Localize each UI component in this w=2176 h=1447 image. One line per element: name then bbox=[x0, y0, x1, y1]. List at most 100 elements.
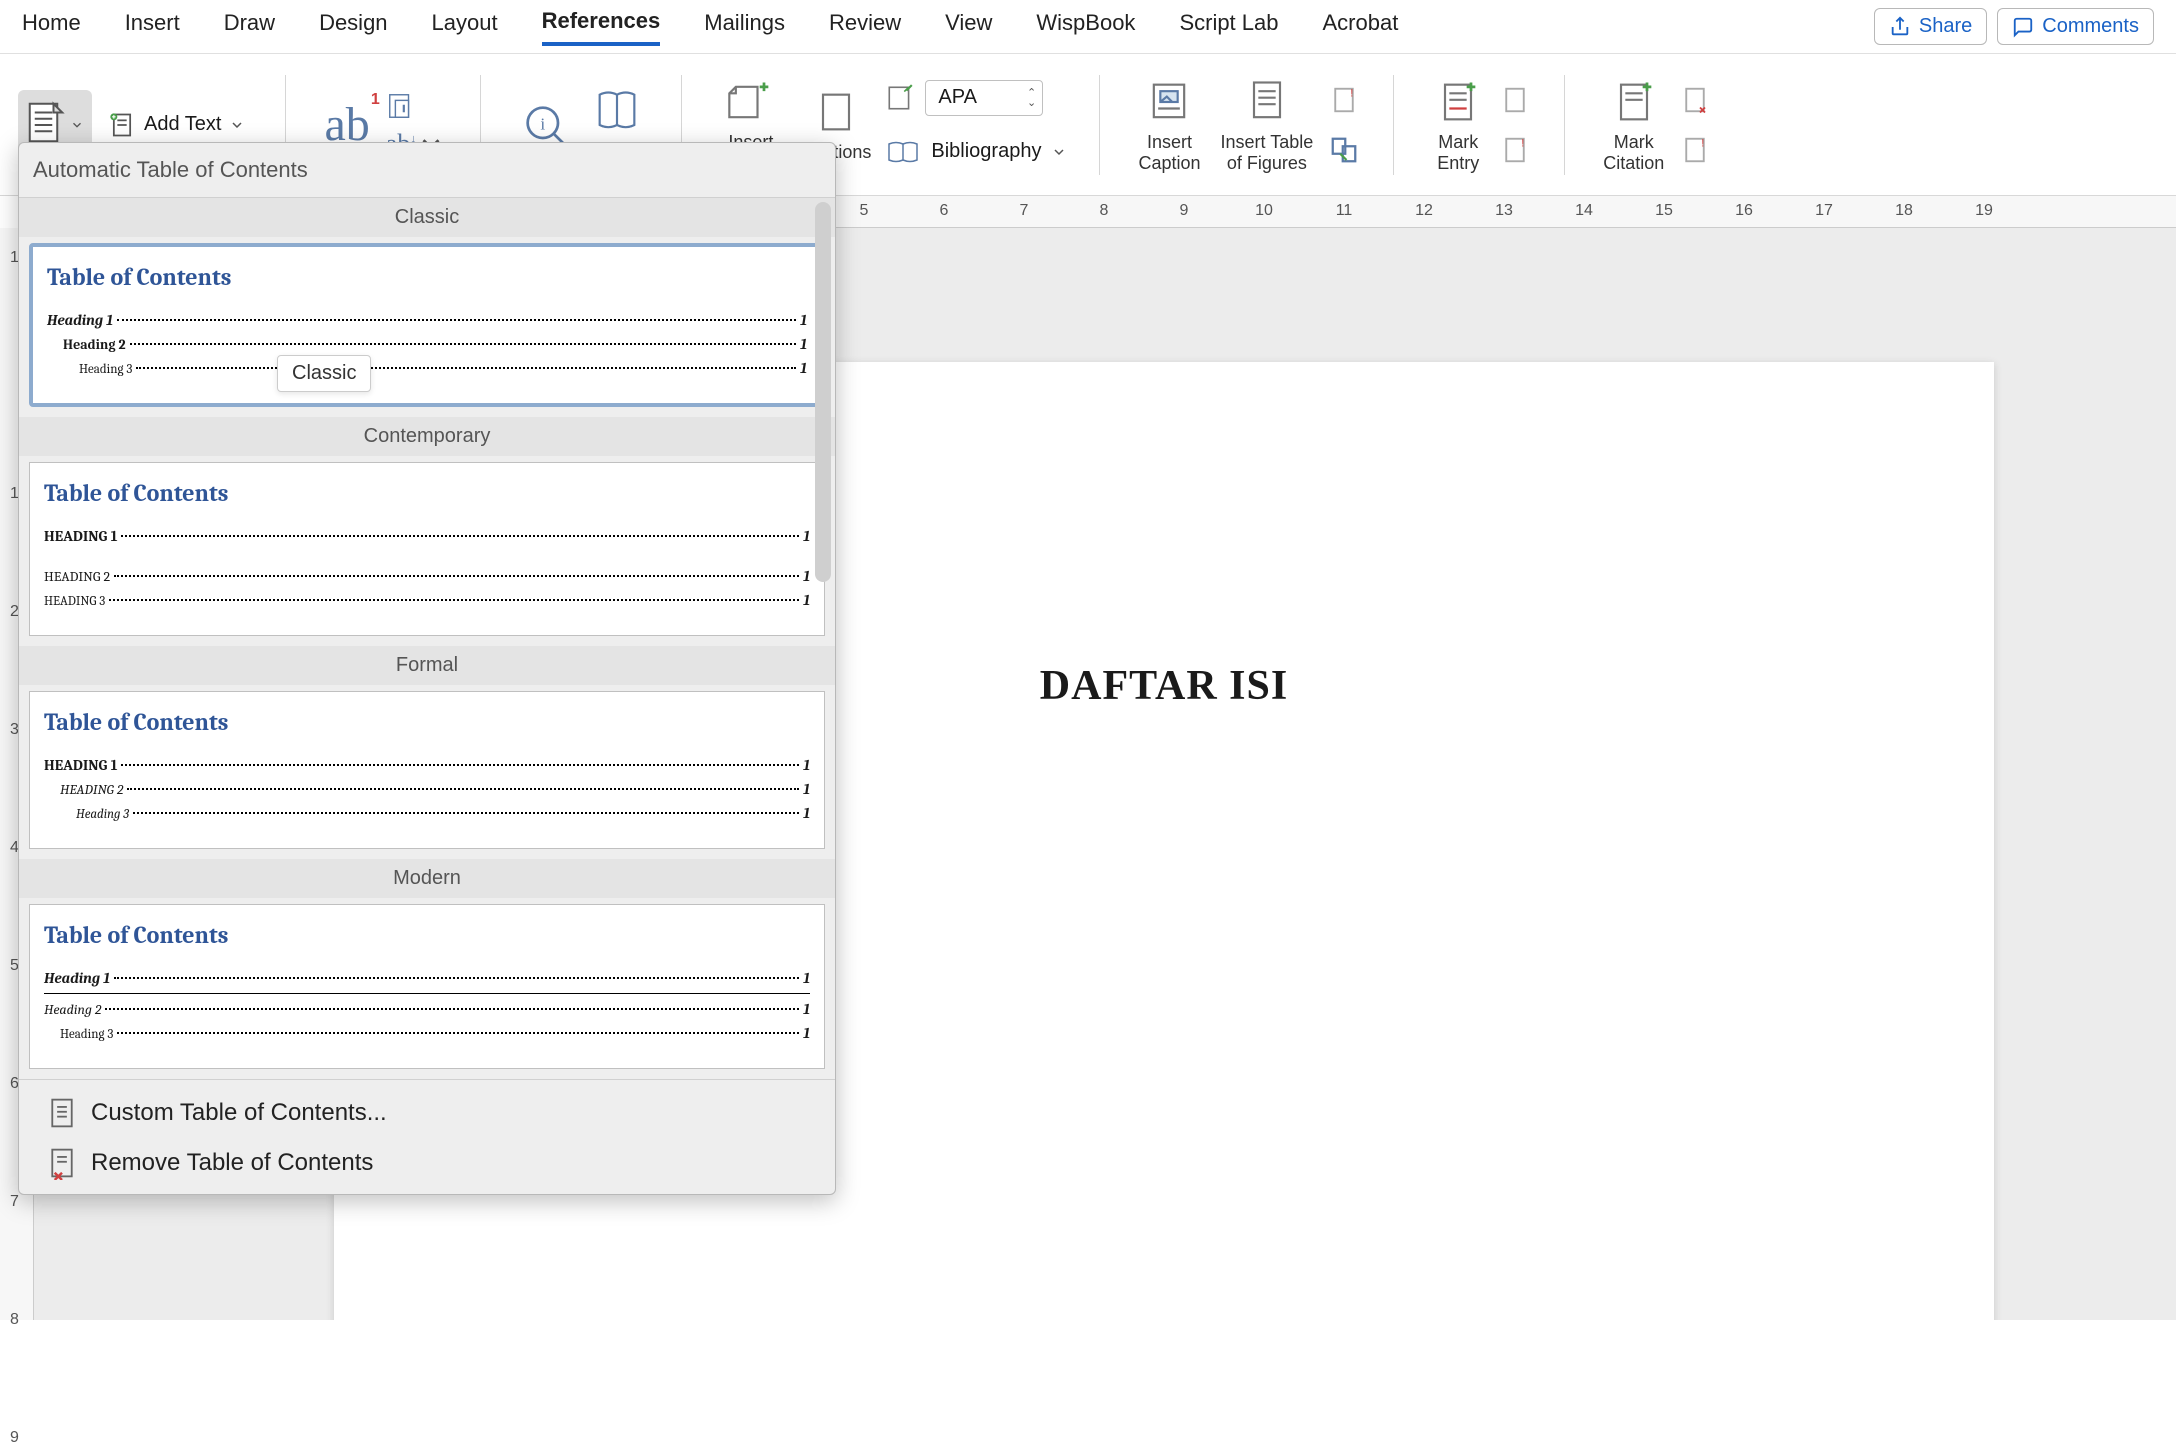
toc-preview-title: Table of Contents bbox=[44, 479, 810, 507]
toc-page-number: 1 bbox=[803, 1024, 810, 1042]
insert-toa-icon bbox=[1680, 85, 1710, 115]
custom-toc-button[interactable]: Custom Table of Contents... bbox=[19, 1088, 835, 1138]
tab-insert[interactable]: Insert bbox=[125, 10, 180, 44]
ruler-mark: 13 bbox=[1495, 202, 1513, 220]
toc-heading-label: Heading 2 bbox=[44, 1001, 101, 1018]
toc-leader-dots bbox=[136, 367, 796, 369]
comments-button[interactable]: Comments bbox=[1997, 8, 2154, 45]
insert-citation-icon bbox=[725, 76, 777, 128]
chevron-down-icon bbox=[70, 118, 84, 132]
toc-style-preview-formal[interactable]: Table of ContentsHEADING 11HEADING 21Hea… bbox=[29, 691, 825, 849]
toc-page-number: 1 bbox=[803, 591, 810, 609]
insert-tof-button[interactable]: Insert Table of Figures bbox=[1215, 72, 1320, 177]
toc-leader-dots bbox=[117, 1032, 799, 1034]
comments-icon bbox=[2012, 16, 2034, 38]
toc-page-number: 1 bbox=[803, 567, 810, 585]
update-tof-button[interactable]: ! bbox=[1327, 83, 1361, 117]
add-text-button[interactable]: Add Text bbox=[100, 105, 253, 145]
tab-home[interactable]: Home bbox=[22, 10, 81, 44]
add-text-label: Add Text bbox=[144, 113, 221, 136]
toc-style-preview-classic[interactable]: Table of ContentsHeading 11Heading 21Hea… bbox=[29, 243, 825, 407]
insert-caption-button[interactable]: Insert Caption bbox=[1132, 72, 1206, 177]
tab-draw[interactable]: Draw bbox=[224, 10, 275, 44]
ruler-mark: 19 bbox=[1975, 202, 1993, 220]
share-label: Share bbox=[1919, 15, 1972, 38]
toc-style-preview-contemporary[interactable]: Table of ContentsHEADING 11HEADING 21HEA… bbox=[29, 462, 825, 636]
toc-leader-dots bbox=[105, 1008, 799, 1010]
share-button[interactable]: Share bbox=[1874, 8, 1987, 45]
toc-preview-line: HEADING 21 bbox=[44, 567, 810, 585]
chevron-down-icon bbox=[1051, 144, 1067, 160]
toc-heading-label: Heading 2 bbox=[63, 336, 126, 353]
toc-page-number: 1 bbox=[803, 527, 810, 545]
chevron-down-icon bbox=[229, 117, 245, 133]
toc-preview-title: Table of Contents bbox=[47, 263, 807, 291]
stepper-up-icon[interactable]: ⌃ bbox=[1027, 88, 1036, 98]
remove-toc-icon bbox=[47, 1146, 77, 1180]
share-icon bbox=[1889, 16, 1911, 38]
toc-scrollbar[interactable] bbox=[815, 202, 831, 582]
tab-view[interactable]: View bbox=[945, 10, 992, 44]
ruler-mark: 10 bbox=[1255, 202, 1273, 220]
toc-leader-dots bbox=[133, 812, 799, 814]
insert-caption-icon bbox=[1143, 76, 1195, 128]
mark-entry-button[interactable]: Mark Entry bbox=[1426, 72, 1490, 177]
ruler-mark: 18 bbox=[1895, 202, 1913, 220]
toc-preview-line: Heading 11 bbox=[47, 311, 807, 329]
toc-heading-label: Heading 1 bbox=[44, 969, 110, 987]
toc-style-preview-modern[interactable]: Table of ContentsHeading 11Heading 21Hea… bbox=[29, 904, 825, 1069]
insert-index-button[interactable] bbox=[1498, 83, 1532, 117]
mark-citation-button[interactable]: Mark Citation bbox=[1597, 72, 1670, 177]
update-toa-icon: ! bbox=[1680, 135, 1710, 165]
tab-references[interactable]: References bbox=[542, 8, 661, 46]
ruler-mark: 11 bbox=[1336, 202, 1353, 220]
bibliography-button[interactable]: Bibliography bbox=[885, 134, 1067, 170]
remove-toc-label: Remove Table of Contents bbox=[91, 1149, 373, 1177]
citation-style-select[interactable]: APA ⌃ ⌄ bbox=[925, 80, 1043, 116]
ruler-mark: 5 bbox=[860, 202, 869, 220]
add-text-icon bbox=[108, 111, 136, 139]
tab-mailings[interactable]: Mailings bbox=[704, 10, 785, 44]
tab-review[interactable]: Review bbox=[829, 10, 901, 44]
toc-page-number: 1 bbox=[803, 780, 810, 798]
insert-endnote-button[interactable]: i bbox=[384, 89, 449, 123]
bibliography-icon bbox=[885, 138, 921, 166]
custom-toc-label: Custom Table of Contents... bbox=[91, 1099, 387, 1127]
toc-heading-label: HEADING 2 bbox=[60, 781, 123, 798]
ruler-mark: 8 bbox=[1100, 202, 1109, 220]
cross-reference-icon bbox=[1329, 135, 1359, 165]
ruler-mark: 14 bbox=[1575, 202, 1593, 220]
tab-scriptlab[interactable]: Script Lab bbox=[1179, 10, 1278, 44]
svg-text:!: ! bbox=[1702, 137, 1705, 149]
cross-reference-button[interactable] bbox=[1327, 133, 1361, 167]
toc-page-number: 1 bbox=[800, 359, 807, 377]
insert-toa-button[interactable] bbox=[1678, 83, 1712, 117]
endnote-icon: i bbox=[386, 91, 416, 121]
toc-preview-line: Heading 31 bbox=[44, 804, 810, 822]
ruler-mark: 9 bbox=[10, 1429, 19, 1447]
ruler-mark: 12 bbox=[1415, 202, 1433, 220]
tab-design[interactable]: Design bbox=[319, 10, 387, 44]
toc-preview-line: Heading 31 bbox=[47, 359, 807, 377]
citation-style-value: APA bbox=[938, 86, 977, 109]
toc-preview-line: Heading 1 1 bbox=[44, 969, 810, 987]
update-index-button[interactable]: ! bbox=[1498, 133, 1532, 167]
toc-page-number: 1 bbox=[803, 756, 810, 774]
toc-style-tooltip: Classic bbox=[277, 355, 371, 392]
tab-acrobat[interactable]: Acrobat bbox=[1323, 10, 1399, 44]
update-toa-button[interactable]: ! bbox=[1678, 133, 1712, 167]
toc-page-number: 1 bbox=[803, 969, 810, 987]
remove-toc-button[interactable]: Remove Table of Contents bbox=[19, 1138, 835, 1188]
stepper-down-icon[interactable]: ⌄ bbox=[1027, 98, 1036, 108]
toc-preview-line: Heading 21 bbox=[47, 335, 807, 353]
tab-layout[interactable]: Layout bbox=[432, 10, 498, 44]
toc-preview-title: Table of Contents bbox=[44, 708, 810, 736]
toc-page-number: 1 bbox=[803, 804, 810, 822]
mark-entry-label: Mark Entry bbox=[1437, 132, 1479, 173]
svg-text:!: ! bbox=[1522, 137, 1525, 149]
insert-caption-label: Insert Caption bbox=[1138, 132, 1200, 173]
toc-preview-line: HEADING 2 1 bbox=[44, 780, 810, 798]
tab-wispbook[interactable]: WispBook bbox=[1036, 10, 1135, 44]
toc-style-label: Contemporary bbox=[19, 417, 835, 456]
insert-tof-icon bbox=[1241, 76, 1293, 128]
